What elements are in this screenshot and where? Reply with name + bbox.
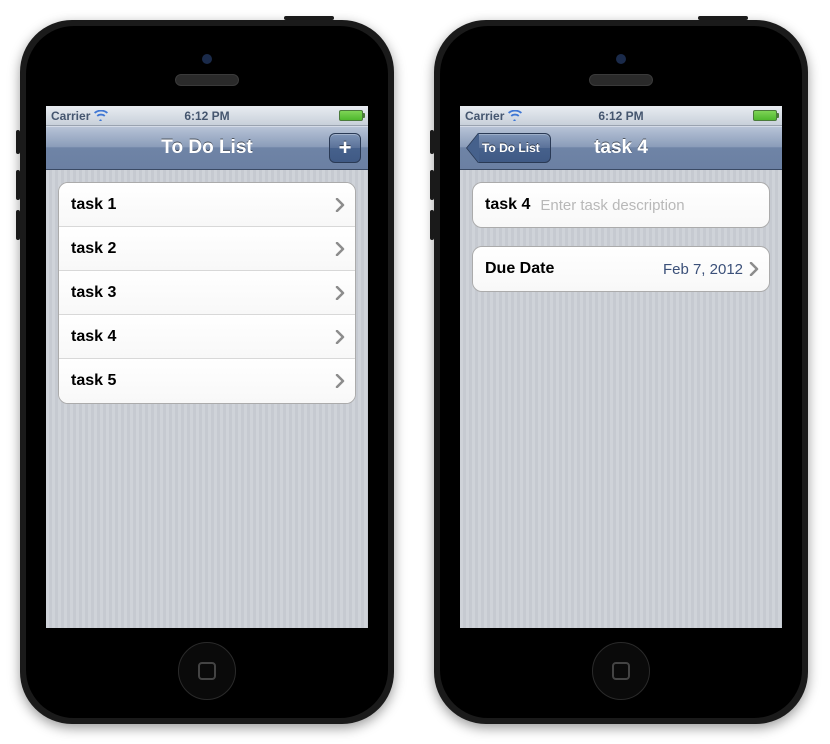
earpiece-speaker xyxy=(589,74,653,86)
phone-device-right: Carrier 6:12 PM To Do List task 4 xyxy=(434,20,808,724)
clock-label: 6:12 PM xyxy=(598,109,643,123)
phone-device-left: Carrier 6:12 PM To Do List + xyxy=(20,20,394,724)
chevron-right-icon xyxy=(335,374,345,388)
status-bar: Carrier 6:12 PM xyxy=(46,106,368,126)
home-button[interactable] xyxy=(592,642,650,700)
task-table: task 1 task 2 task 3 task 4 xyxy=(58,182,356,404)
due-date-label: Due Date xyxy=(485,260,554,278)
back-label: To Do List xyxy=(478,133,551,163)
task-label: task 4 xyxy=(71,328,116,346)
task-name-label: task 4 xyxy=(485,196,530,214)
chevron-right-icon xyxy=(335,242,345,256)
table-row[interactable]: task 4 xyxy=(59,315,355,359)
description-row[interactable]: task 4 xyxy=(473,183,769,227)
earpiece-speaker xyxy=(175,74,239,86)
nav-bar: To Do List + xyxy=(46,126,368,170)
chevron-right-icon xyxy=(749,262,759,276)
chevron-right-icon xyxy=(335,198,345,212)
table-row[interactable]: task 2 xyxy=(59,227,355,271)
list-content: task 1 task 2 task 3 task 4 xyxy=(46,170,368,628)
home-button[interactable] xyxy=(178,642,236,700)
home-icon xyxy=(612,662,630,680)
nav-title: To Do List xyxy=(161,137,252,159)
wifi-icon xyxy=(508,110,522,121)
nav-bar: To Do List task 4 xyxy=(460,126,782,170)
volume-up xyxy=(16,170,20,200)
chevron-right-icon xyxy=(335,330,345,344)
front-camera xyxy=(202,54,212,64)
due-date-row[interactable]: Due Date Feb 7, 2012 xyxy=(473,247,769,291)
table-row[interactable]: task 3 xyxy=(59,271,355,315)
description-group: task 4 xyxy=(472,182,770,228)
task-label: task 5 xyxy=(71,372,116,390)
table-row[interactable]: task 1 xyxy=(59,183,355,227)
silent-switch xyxy=(430,130,434,154)
battery-icon xyxy=(339,110,363,121)
power-button xyxy=(284,16,334,20)
wifi-icon xyxy=(94,110,108,121)
front-camera xyxy=(616,54,626,64)
task-label: task 1 xyxy=(71,196,116,214)
silent-switch xyxy=(16,130,20,154)
status-bar: Carrier 6:12 PM xyxy=(460,106,782,126)
task-label: task 2 xyxy=(71,240,116,258)
description-input[interactable] xyxy=(540,197,759,214)
detail-content: task 4 Due Date Feb 7, 2012 xyxy=(460,170,782,628)
chevron-left-icon xyxy=(467,133,479,163)
plus-icon: + xyxy=(339,135,352,161)
due-date-value: Feb 7, 2012 xyxy=(663,261,743,278)
screen-detail: Carrier 6:12 PM To Do List task 4 xyxy=(460,106,782,628)
table-row[interactable]: task 5 xyxy=(59,359,355,403)
carrier-label: Carrier xyxy=(51,109,90,123)
back-button[interactable]: To Do List xyxy=(467,133,551,163)
power-button xyxy=(698,16,748,20)
nav-title: task 4 xyxy=(594,137,648,159)
carrier-label: Carrier xyxy=(465,109,504,123)
home-icon xyxy=(198,662,216,680)
battery-icon xyxy=(753,110,777,121)
chevron-right-icon xyxy=(335,286,345,300)
due-date-group: Due Date Feb 7, 2012 xyxy=(472,246,770,292)
screen-list: Carrier 6:12 PM To Do List + xyxy=(46,106,368,628)
task-label: task 3 xyxy=(71,284,116,302)
volume-down xyxy=(430,210,434,240)
add-button[interactable]: + xyxy=(329,133,361,163)
clock-label: 6:12 PM xyxy=(184,109,229,123)
volume-up xyxy=(430,170,434,200)
volume-down xyxy=(16,210,20,240)
